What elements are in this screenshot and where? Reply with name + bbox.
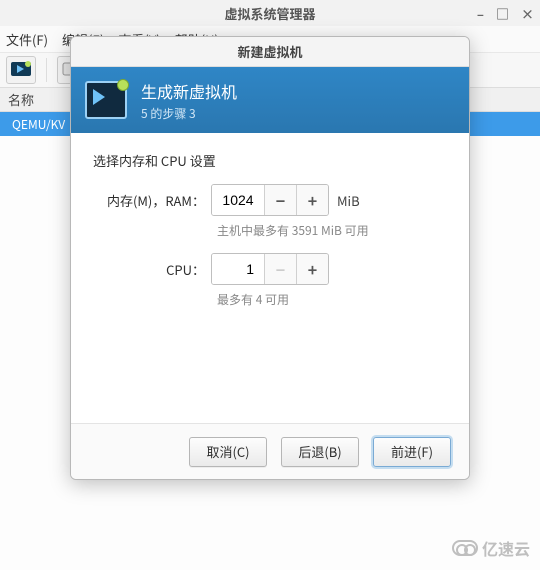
main-title: 虚拟系统管理器 bbox=[224, 4, 315, 23]
cpu-label: CPU： bbox=[93, 260, 211, 279]
memory-increment-button[interactable]: + bbox=[296, 185, 328, 215]
dialog-header: 生成新虚拟机 5 的步骤 3 bbox=[71, 67, 469, 133]
cpu-hint: 最多有 4 可用 bbox=[217, 291, 447, 308]
cloud-icon bbox=[452, 540, 478, 556]
maximize-icon[interactable]: □ bbox=[496, 4, 509, 23]
dialog-header-title: 生成新虚拟机 bbox=[141, 79, 237, 103]
minimize-icon[interactable]: – bbox=[477, 4, 484, 23]
dialog-footer: 取消(C) 后退(B) 前进(F) bbox=[71, 423, 469, 479]
watermark: 亿速云 bbox=[452, 536, 530, 560]
memory-input[interactable] bbox=[212, 185, 264, 215]
back-button[interactable]: 后退(B) bbox=[281, 437, 359, 467]
dialog-step-label: 5 的步骤 3 bbox=[141, 105, 237, 122]
menu-file[interactable]: 文件(F) bbox=[6, 30, 48, 49]
toolbar-separator bbox=[46, 58, 47, 82]
cancel-button[interactable]: 取消(C) bbox=[189, 437, 267, 467]
memory-decrement-button[interactable]: − bbox=[264, 185, 296, 215]
cpu-increment-button[interactable]: + bbox=[296, 254, 328, 284]
cpu-input[interactable] bbox=[212, 254, 264, 284]
memory-spinner: − + bbox=[211, 184, 329, 216]
memory-unit: MiB bbox=[337, 191, 360, 210]
cpu-decrement-button[interactable]: − bbox=[264, 254, 296, 284]
cpu-spinner: − + bbox=[211, 253, 329, 285]
vm-monitor-icon bbox=[85, 81, 127, 119]
close-icon[interactable]: × bbox=[521, 4, 534, 23]
main-titlebar: 虚拟系统管理器 – □ × bbox=[0, 0, 540, 26]
new-vm-dialog: 新建虚拟机 生成新虚拟机 5 的步骤 3 选择内存和 CPU 设置 内存(M)，… bbox=[70, 36, 470, 480]
dialog-body: 选择内存和 CPU 设置 内存(M)，RAM： − + MiB 主机中最多有 3… bbox=[71, 133, 469, 423]
memory-hint: 主机中最多有 3591 MiB 可用 bbox=[217, 222, 447, 239]
dialog-title: 新建虚拟机 bbox=[71, 37, 469, 67]
section-title: 选择内存和 CPU 设置 bbox=[93, 151, 447, 170]
forward-button[interactable]: 前进(F) bbox=[373, 437, 451, 467]
watermark-text: 亿速云 bbox=[482, 536, 530, 560]
memory-label: 内存(M)，RAM： bbox=[93, 191, 211, 210]
new-vm-button[interactable] bbox=[6, 56, 36, 84]
